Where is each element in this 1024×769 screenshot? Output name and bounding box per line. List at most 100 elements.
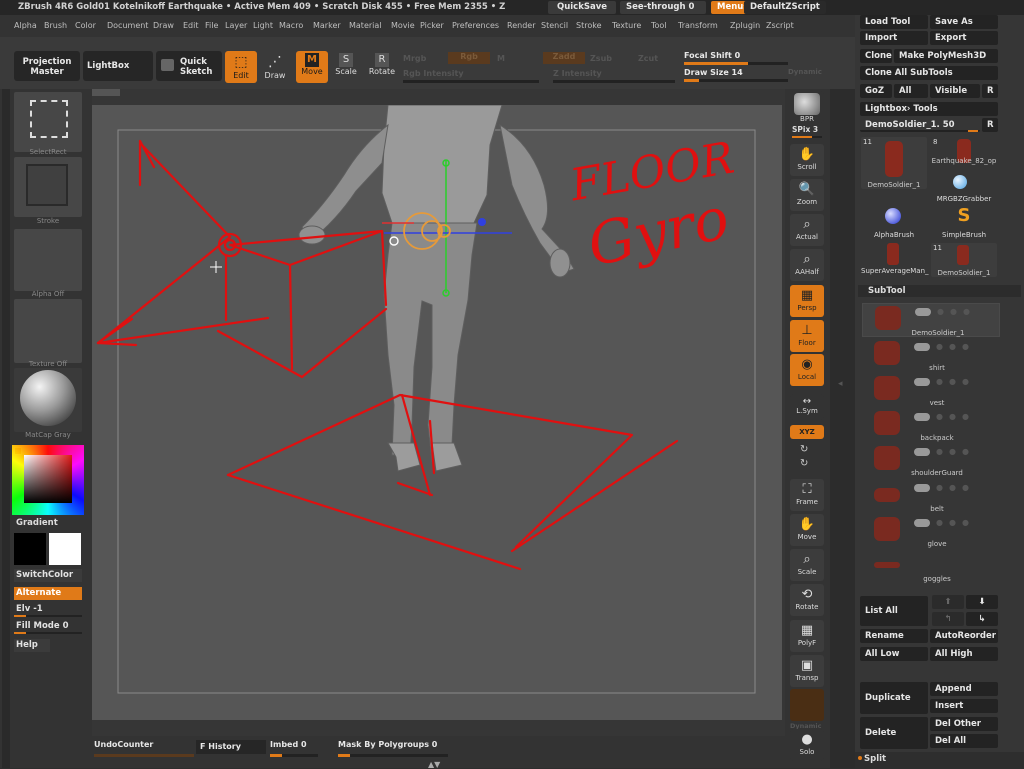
menu-item-texture[interactable]: Texture — [612, 21, 641, 30]
clone-all-subtools-button[interactable]: Clone All SubTools — [860, 66, 998, 80]
subtool-item[interactable]: goggles — [862, 550, 1000, 584]
import-button[interactable]: Import — [860, 31, 928, 45]
undo-counter-slider[interactable]: UndoCounter — [94, 740, 194, 757]
goz-all-button[interactable]: All — [894, 84, 928, 98]
local-button[interactable]: ◉ Local — [790, 354, 824, 386]
rotate-axis-icons[interactable]: ↻ ↻ — [800, 443, 808, 471]
left-tray-handle[interactable] — [2, 89, 10, 768]
menu-item-tool[interactable]: Tool — [651, 21, 667, 30]
menu-item-file[interactable]: File — [205, 21, 218, 30]
move-button[interactable]: M Move — [296, 51, 328, 83]
current-tool-slider[interactable]: DemoSoldier_1. 50 — [860, 118, 980, 132]
solo-button[interactable]: ● Solo — [790, 729, 824, 761]
tool-thumb-demosoldier[interactable]: 11 DemoSoldier_1 — [861, 137, 927, 189]
quick-sketch-button[interactable]: Quick Sketch — [156, 51, 222, 81]
autoreorder-button[interactable]: AutoReorder — [930, 629, 998, 643]
save-as-button[interactable]: Save As — [930, 15, 998, 29]
tray-collapse-icon[interactable]: ◂ — [838, 379, 843, 389]
polyf-button[interactable]: ▦ PolyF — [790, 620, 824, 652]
menu-item-preferences[interactable]: Preferences — [452, 21, 499, 30]
scale-view-button[interactable]: ⌕ Scale — [790, 549, 824, 581]
frame-button[interactable]: ⛶ Frame — [790, 479, 824, 511]
menu-item-alpha[interactable]: Alpha — [14, 21, 37, 30]
imbed-slider[interactable]: Imbed 0 — [270, 740, 318, 757]
menu-item-zplugin[interactable]: Zplugin — [730, 21, 760, 30]
menu-item-render[interactable]: Render — [507, 21, 535, 30]
menu-item-material[interactable]: Material — [349, 21, 382, 30]
load-tool-button[interactable]: Load Tool — [860, 15, 928, 29]
subtool-item[interactable]: ●●● vest — [862, 374, 1000, 408]
floor-button[interactable]: ⊥ Floor — [790, 320, 824, 352]
aahalf-button[interactable]: ⌕ AAHalf — [790, 249, 824, 281]
rotate-view-button[interactable]: ⟲ Rotate — [790, 584, 824, 616]
lightbox-button[interactable]: LightBox — [83, 51, 153, 81]
gradient-label[interactable]: Gradient — [16, 518, 58, 528]
dynamic-toggle[interactable]: Dynamic — [788, 68, 822, 76]
rotate-button[interactable]: R Rotate — [366, 51, 398, 83]
default-zscript-button[interactable]: DefaultZScript — [744, 1, 826, 14]
export-button[interactable]: Export — [930, 31, 998, 45]
actual-button[interactable]: ⌕ Actual — [790, 214, 824, 246]
append-button[interactable]: Append — [930, 682, 998, 696]
menu-item-layer[interactable]: Layer — [225, 21, 247, 30]
visibility-toggle[interactable] — [914, 413, 930, 421]
zadd-button[interactable]: Zadd — [543, 52, 585, 64]
menu-item-draw[interactable]: Draw — [153, 21, 174, 30]
menu-item-picker[interactable]: Picker — [420, 21, 444, 30]
tool-thumb-demosoldier-2[interactable]: 11 DemoSoldier_1 — [931, 243, 997, 277]
switch-color-button[interactable]: SwitchColor — [14, 569, 82, 582]
mask-by-polygroups-slider[interactable]: Mask By Polygroups 0 — [338, 740, 448, 757]
quicksave-button[interactable]: QuickSave — [548, 1, 616, 14]
scroll-button[interactable]: ✋ Scroll — [790, 144, 824, 176]
tool-thumb-mrgbzgrabber[interactable]: MRGBZGrabber — [931, 173, 997, 207]
history-button[interactable]: F History — [196, 740, 266, 754]
all-low-button[interactable]: All Low — [860, 647, 928, 661]
saturation-square[interactable] — [24, 455, 72, 503]
alternate-button[interactable]: Alternate — [14, 587, 82, 600]
rename-button[interactable]: Rename — [860, 629, 928, 643]
all-high-button[interactable]: All High — [930, 647, 998, 661]
subtool-item[interactable]: ●●● shirt — [862, 339, 1000, 373]
visible-button[interactable]: Visible — [930, 84, 980, 98]
menu-item-document[interactable]: Document — [107, 21, 148, 30]
clone-button[interactable]: Clone — [860, 49, 892, 63]
menu-item-movie[interactable]: Movie — [391, 21, 415, 30]
lsym-button[interactable]: ↔ L.Sym — [790, 394, 824, 420]
select-rect-button[interactable] — [14, 92, 82, 152]
menu-item-stroke[interactable]: Stroke — [576, 21, 602, 30]
tool-r-button[interactable]: R — [982, 118, 998, 132]
projection-master-button[interactable]: Projection Master — [14, 51, 80, 81]
alpha-button[interactable] — [14, 229, 82, 291]
move-left-button[interactable]: ↰ — [932, 612, 964, 626]
menu-item-color[interactable]: Color — [75, 21, 96, 30]
mrgb-button[interactable]: Mrgb — [403, 54, 426, 63]
focal-shift-slider[interactable]: Focal Shift 0 — [684, 51, 788, 65]
help-button[interactable]: Help — [14, 639, 50, 652]
subtool-item[interactable]: ●●● shoulderGuard — [862, 444, 1000, 478]
visibility-toggle[interactable] — [915, 308, 931, 316]
goz-r-button[interactable]: R — [982, 84, 998, 98]
visibility-toggle[interactable] — [914, 448, 930, 456]
list-all-button[interactable]: List All — [860, 596, 928, 626]
viewport-tab[interactable] — [92, 89, 120, 96]
zoom-button[interactable]: 🔍 Zoom — [790, 179, 824, 211]
lightbox-tools-button[interactable]: Lightbox› Tools — [860, 102, 998, 116]
subtool-item[interactable]: ●●● backpack — [862, 409, 1000, 443]
menu-item-stencil[interactable]: Stencil — [541, 21, 568, 30]
del-other-button[interactable]: Del Other — [930, 717, 998, 731]
move-view-button[interactable]: ✋ Move — [790, 514, 824, 546]
subtool-header[interactable]: SubTool — [858, 285, 1021, 297]
menu-item-zscript[interactable]: Zscript — [766, 21, 794, 30]
insert-button[interactable]: Insert — [930, 699, 998, 713]
move-right-button[interactable]: ↳ — [966, 612, 998, 626]
make-polymesh-button[interactable]: Make PolyMesh3D — [894, 49, 998, 63]
draw-button[interactable]: ⋰ Draw — [259, 51, 291, 83]
menu-item-light[interactable]: Light — [253, 21, 273, 30]
fill-mode-slider[interactable]: Fill Mode 0 — [14, 620, 82, 634]
primary-color-swatch[interactable] — [14, 533, 46, 565]
subtool-item[interactable]: ●●● belt — [862, 480, 1000, 514]
menu-item-macro[interactable]: Macro — [279, 21, 303, 30]
edit-button[interactable]: ⬚ Edit — [225, 51, 257, 83]
secondary-color-swatch[interactable] — [49, 533, 81, 565]
goz-button[interactable]: GoZ — [860, 84, 892, 98]
